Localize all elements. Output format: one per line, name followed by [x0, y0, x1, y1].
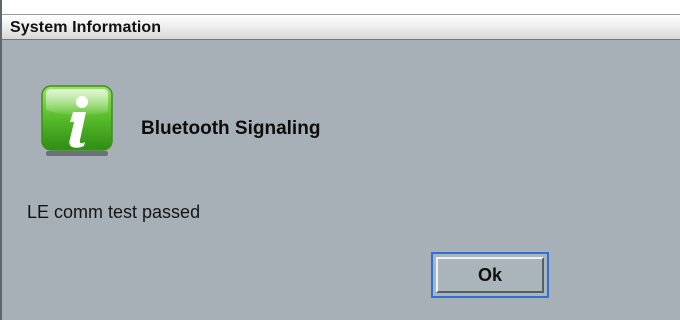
- dialog-message: LE comm test passed: [27, 202, 201, 222]
- info-icon: [41, 85, 113, 156]
- title-bar[interactable]: System Information: [2, 14, 680, 40]
- ok-button[interactable]: Ok: [431, 252, 549, 298]
- ok-button-label: Ok: [436, 257, 544, 293]
- dialog-heading: Bluetooth Signaling: [141, 118, 321, 139]
- system-information-dialog: System Information Bluetooth Signaling L…: [0, 0, 680, 320]
- window-title: System Information: [10, 19, 162, 36]
- window-top-strip: [2, 0, 680, 14]
